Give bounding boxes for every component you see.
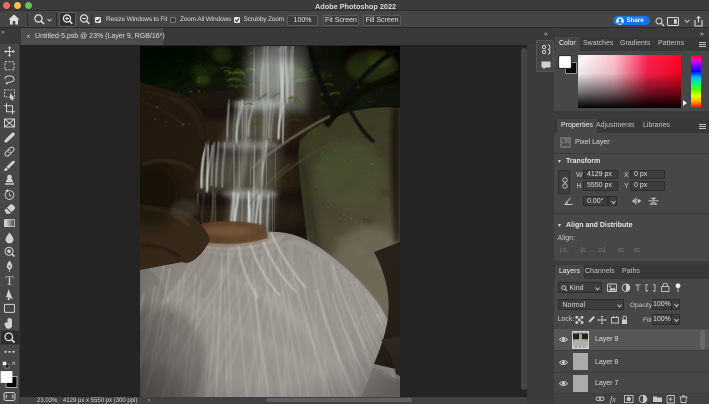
svg-text:fx: fx — [610, 395, 616, 404]
svg-text:T: T — [635, 283, 641, 293]
svg-text:T: T — [6, 273, 14, 288]
